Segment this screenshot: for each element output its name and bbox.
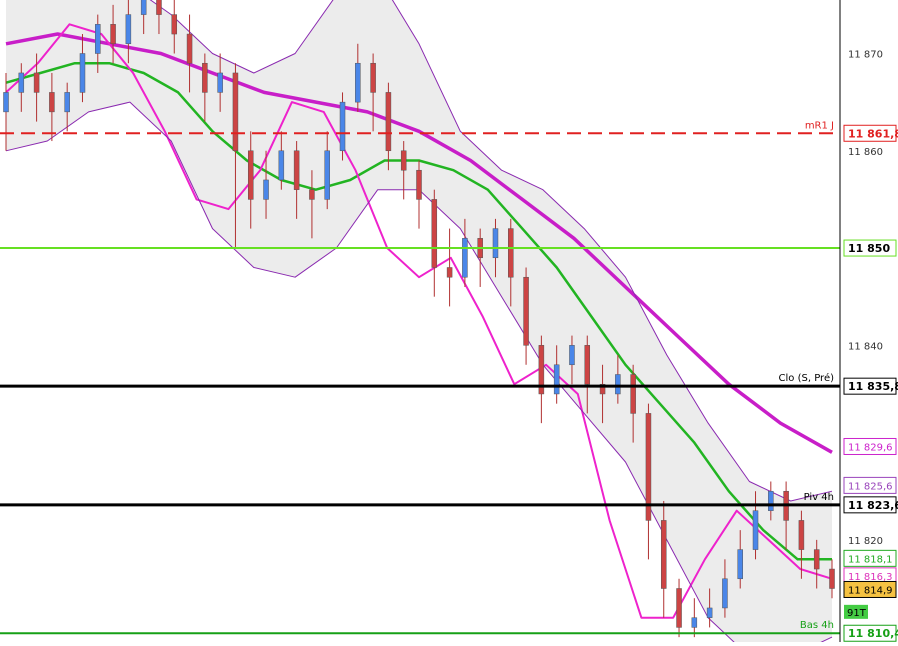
- candle-body: [829, 568, 835, 589]
- candle-body: [49, 92, 55, 113]
- price-tags: 11 861,8 11 850 11 835,8 11 823,6 11 810,4 11…: [843, 124, 898, 642]
- candle-body: [110, 24, 116, 45]
- candle-body: [706, 607, 713, 618]
- candle-body: [737, 549, 743, 580]
- price-chart-svg[interactable]: mR1 J Clo (S, Pré) Piv 4h Bas 4h 11 870 11 8…: [0, 0, 898, 646]
- candle-body: [355, 62, 361, 103]
- candle-body: [446, 267, 453, 278]
- candle-body: [676, 588, 682, 628]
- price-chart[interactable]: mR1 J Clo (S, Pré) Piv 4h Bas 4h 11 870 11 8…: [0, 0, 898, 646]
- price-tick-label: 11 870: [848, 50, 883, 61]
- candle-body: [232, 72, 239, 152]
- candle-body: [813, 549, 820, 570]
- candle-body: [630, 374, 636, 414]
- level-label: Clo (S, Pré): [779, 372, 835, 384]
- candle-body: [309, 189, 315, 200]
- price-tag-text: 11 814,9: [848, 585, 893, 596]
- price-axis: 11 87011 86011 85011 84011 820: [839, 0, 883, 642]
- candle-body: [278, 150, 285, 181]
- candle-body: [140, 0, 147, 15]
- candle-body: [691, 617, 698, 628]
- price-tag-text: 11 829,6: [848, 442, 893, 453]
- candle-body: [18, 72, 25, 93]
- candle-body: [660, 520, 667, 589]
- candle-body: [3, 92, 9, 113]
- level-tag-text: 11 850: [848, 242, 890, 255]
- counter-label: 91T: [847, 608, 867, 619]
- candle-body: [462, 238, 468, 278]
- price-tick-label: 11 840: [848, 341, 883, 352]
- price-tick-label: 11 860: [848, 147, 883, 158]
- candle-body: [615, 374, 621, 395]
- candle-body: [156, 0, 162, 15]
- level-tag-text: 11 823,6: [848, 499, 898, 512]
- price-tag-text: 11 818,1: [848, 554, 893, 565]
- level-tag-text: 11 835,8: [848, 380, 898, 393]
- candle-body: [217, 72, 223, 93]
- level-tag-text: 11 810,4: [848, 627, 898, 640]
- candle-body: [752, 510, 759, 550]
- bollinger-band-area: [6, 0, 832, 646]
- candle-body: [584, 345, 591, 385]
- candle-body: [523, 276, 529, 346]
- candle-body: [293, 150, 300, 190]
- candle-body: [64, 92, 70, 113]
- candle-body: [508, 228, 514, 278]
- candle-body: [385, 92, 392, 152]
- level-label: Bas 4h: [800, 620, 834, 631]
- candle-body: [202, 62, 208, 93]
- candle-body: [400, 150, 407, 171]
- candle-body: [95, 24, 101, 54]
- candle-body: [492, 228, 499, 259]
- candle-body: [569, 345, 575, 366]
- price-tag-text: 11 825,6: [848, 481, 893, 492]
- candle-body: [768, 490, 774, 511]
- candle-body: [416, 169, 422, 200]
- candle-body: [431, 199, 438, 268]
- level-tag-text: 11 861,8: [848, 127, 898, 140]
- candle-body: [186, 33, 193, 64]
- candle-body: [263, 179, 269, 200]
- bollinger-band-fill: [6, 0, 832, 646]
- candle-body: [247, 150, 254, 200]
- candle-body: [370, 62, 376, 93]
- candle-body: [79, 53, 86, 93]
- candle-body: [798, 520, 805, 550]
- candle-body: [324, 150, 330, 200]
- price-tick-label: 11 820: [848, 536, 883, 547]
- level-label: mR1 J: [805, 120, 834, 131]
- level-label: Piv 4h: [804, 492, 834, 503]
- candle-body: [33, 72, 40, 93]
- candle-body: [171, 14, 178, 35]
- candle-body: [339, 101, 346, 152]
- candle-body: [722, 578, 728, 609]
- candle-body: [553, 364, 560, 395]
- candle-body: [125, 14, 132, 45]
